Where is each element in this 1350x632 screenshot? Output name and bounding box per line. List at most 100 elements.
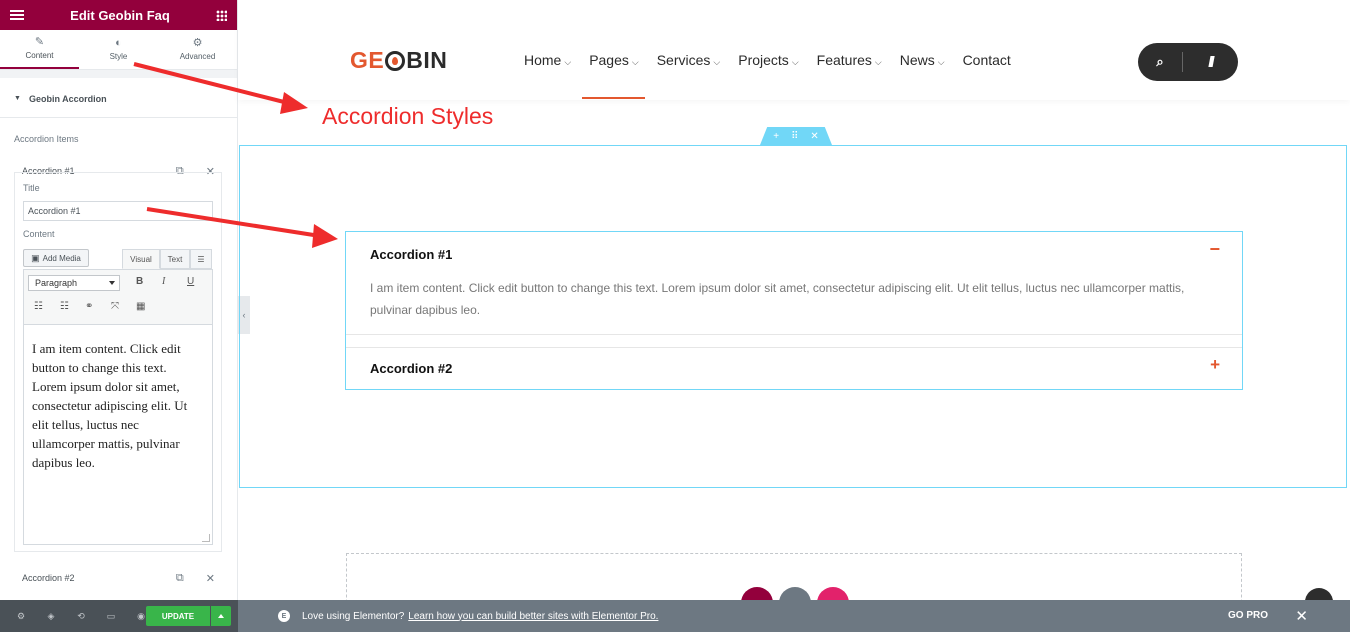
tab-advanced-label: Advanced — [179, 52, 216, 61]
nav-news[interactable]: News ⌵ — [900, 52, 945, 100]
promo-link[interactable]: Learn how you can build better sites wit… — [408, 611, 658, 622]
content-field-label: Content — [23, 229, 55, 239]
section-handle[interactable]: + ⠿ ✕ — [760, 127, 832, 145]
bullet-list-icon[interactable]: ☷ — [34, 301, 43, 312]
section-toggle-geobin-accordion[interactable]: ▼ Geobin Accordion — [0, 80, 237, 118]
caret-up-icon — [218, 614, 224, 618]
logo-ge: GE — [350, 47, 385, 73]
media-icon: ▣ — [31, 252, 40, 263]
add-media-label: Add Media — [42, 253, 81, 263]
fullscreen-icon[interactable]: ⤧ — [111, 301, 119, 312]
offcanvas-menu-icon[interactable]: /// — [1183, 54, 1237, 71]
navigator-icon[interactable]: ◈ — [36, 611, 66, 622]
add-media-button[interactable]: ▣ Add Media — [23, 249, 89, 267]
italic-button[interactable]: I — [162, 276, 165, 287]
logo-bin: BIN — [406, 47, 448, 73]
close-icon[interactable]: ✕ — [206, 572, 215, 585]
nav-pages[interactable]: Pages ⌵ — [582, 52, 645, 100]
format-select-value: Paragraph — [35, 278, 78, 288]
chevron-down-icon: ⌵ — [791, 57, 799, 67]
gear-icon: ⚙ — [192, 37, 203, 49]
content-editor[interactable]: I am item content. Click edit button to … — [23, 325, 213, 545]
menu-icon[interactable] — [10, 10, 24, 20]
repeater-item-2-header[interactable]: Accordion #2 ⧉ ✕ — [0, 563, 237, 593]
pencil-icon: ✎ — [34, 36, 45, 48]
accordion-item[interactable]: Accordion #1 − I am item content. Click … — [346, 232, 1242, 335]
half-circle-icon: ◐ — [115, 37, 122, 49]
numbered-list-icon[interactable]: ☷ — [60, 301, 69, 312]
save-options-button[interactable] — [211, 606, 231, 626]
bold-button[interactable]: B — [136, 276, 143, 287]
plus-icon[interactable]: + — [1210, 355, 1220, 375]
editor-toolbar: Paragraph B I U ☷ ☷ ⚭ ⤧ ▦ — [23, 269, 213, 325]
chevron-down-icon: ⌵ — [564, 57, 572, 67]
panel-footer: ⚙ ◈ ⟲ ▭ ◉ UPDATE — [0, 600, 238, 632]
content-editor-text: I am item content. Click edit button to … — [32, 341, 188, 470]
chevron-down-icon: ⌵ — [631, 57, 639, 67]
tab-text[interactable]: Text — [160, 249, 190, 269]
minus-icon[interactable]: − — [1209, 239, 1220, 260]
search-icon[interactable]: ⌕ — [1138, 54, 1182, 70]
duplicate-icon[interactable]: ⧉ — [176, 572, 184, 585]
nav-features-label: Features — [816, 52, 872, 68]
nav-home[interactable]: Home ⌵ — [524, 52, 571, 100]
repeater-item-2-label: Accordion #2 — [22, 573, 75, 583]
nav-projects-label: Projects — [738, 52, 789, 68]
site-logo[interactable]: GE BIN — [350, 47, 447, 74]
repeater-item-2-actions: ⧉ ✕ — [176, 572, 215, 585]
panel-header: Edit Geobin Faq — [0, 0, 237, 30]
responsive-icon[interactable]: ▭ — [96, 611, 126, 622]
nav-pages-label: Pages — [589, 52, 629, 68]
repeater-item-2[interactable]: Accordion #2 ⧉ ✕ — [0, 563, 237, 593]
panel-tabs: ✎ Content ◐ Style ⚙ Advanced — [0, 30, 237, 70]
link-icon[interactable]: ⚭ — [85, 301, 93, 312]
tab-advanced[interactable]: ⚙ Advanced — [158, 30, 237, 69]
accordion-title[interactable]: Accordion #2 — [370, 361, 452, 376]
nav-home-label: Home — [524, 52, 562, 68]
table-icon[interactable]: ▦ — [136, 301, 145, 312]
update-button[interactable]: UPDATE — [146, 606, 210, 626]
faq-accordion: Accordion #1 − I am item content. Click … — [345, 231, 1243, 390]
chevron-down-icon: ⌵ — [937, 57, 945, 67]
elementor-logo-icon: E — [278, 610, 290, 622]
repeater-item-1-body: Title Accordion #1 Content ▣ Add Media V… — [14, 172, 222, 552]
settings-icon[interactable]: ⚙ — [6, 611, 36, 622]
header-actions: ⌕ /// — [1138, 43, 1238, 81]
format-select[interactable]: Paragraph — [28, 275, 120, 291]
editor-top-bar: ▣ Add Media Visual Text ☰ — [23, 247, 213, 269]
nav-contact[interactable]: Contact — [963, 52, 1011, 100]
drag-handle-icon[interactable]: ⠿ — [791, 131, 798, 142]
accordion-title[interactable]: Accordion #1 — [370, 247, 452, 262]
promo-text: Love using Elementor? — [302, 610, 405, 622]
accordion-item[interactable]: Accordion #2 + — [346, 347, 1242, 389]
resize-handle[interactable] — [202, 534, 210, 542]
section-title: Geobin Accordion — [28, 93, 107, 104]
add-icon[interactable]: + — [773, 131, 779, 142]
nav-features[interactable]: Features ⌵ — [817, 52, 882, 100]
tab-visual[interactable]: Visual — [122, 249, 160, 269]
tab-style-label: Style — [109, 52, 128, 61]
go-pro-link[interactable]: GO PRO — [1228, 610, 1268, 621]
caret-down-icon: ▼ — [14, 95, 21, 102]
title-input[interactable]: Accordion #1 — [23, 201, 213, 221]
close-icon[interactable]: ✕ — [810, 131, 818, 142]
nav-news-label: News — [899, 52, 935, 68]
panel-spacer — [0, 70, 237, 78]
widgets-grid-icon[interactable] — [215, 9, 227, 21]
nav-projects[interactable]: Projects ⌵ — [738, 52, 798, 100]
tab-content[interactable]: ✎ Content — [0, 30, 79, 69]
logo-pin-icon — [385, 50, 406, 71]
panel-title: Edit Geobin Faq — [70, 7, 170, 23]
editor-panel: Edit Geobin Faq ✎ Content ◐ Style ⚙ Adva… — [0, 0, 238, 600]
nav-services-label: Services — [656, 52, 711, 68]
chevron-down-icon — [109, 281, 115, 285]
tab-content-label: Content — [25, 51, 54, 60]
nav-services[interactable]: Services ⌵ — [657, 52, 721, 100]
chevron-down-icon: ⌵ — [874, 57, 882, 67]
tab-style[interactable]: ◐ Style — [79, 30, 158, 69]
underline-button[interactable]: U — [187, 276, 194, 287]
close-icon[interactable]: ✕ — [1295, 607, 1308, 625]
toolbar-toggle-icon[interactable]: ☰ — [190, 249, 212, 269]
history-icon[interactable]: ⟲ — [66, 611, 96, 622]
